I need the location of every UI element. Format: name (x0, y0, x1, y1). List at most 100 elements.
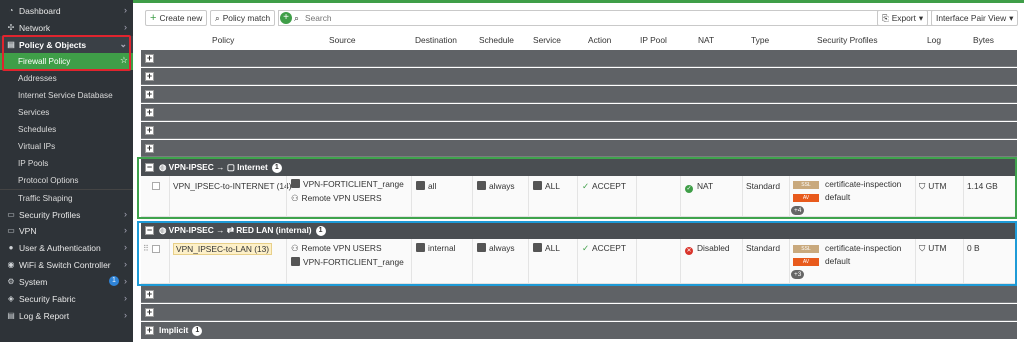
column-header-type[interactable]: Type (751, 35, 769, 45)
collapsed-group-row[interactable]: + (141, 50, 1017, 67)
destination-address[interactable]: internal (416, 243, 455, 253)
sidebar-item-system[interactable]: ⚙ System 1 › (0, 273, 133, 290)
fortigate-app: ◔ Dashboard › ✣ Network › ▤ Policy & Objects ⌄… (0, 0, 1024, 342)
chevron-right-icon: › (124, 242, 127, 252)
column-header-schedule[interactable]: Schedule (479, 35, 514, 45)
collapse-icon[interactable]: − (145, 226, 154, 235)
sidebar-item-protocol-options[interactable]: Protocol Options (0, 172, 133, 189)
policy-match-button[interactable]: ⌕ Policy match (210, 10, 276, 26)
sidebar-item-vpn[interactable]: ▭ VPN › (0, 222, 133, 239)
chevron-right-icon: › (124, 209, 127, 219)
more-profiles-badge[interactable]: +4 (791, 206, 805, 215)
policy-type: Standard (746, 243, 780, 253)
address-group-icon (291, 257, 300, 266)
sidebar-item-addresses[interactable]: Addresses (0, 70, 133, 87)
search-icon: ⌕ (215, 12, 220, 23)
sidebar-item-schedules[interactable]: Schedules (0, 121, 133, 138)
expand-icon[interactable]: + (145, 290, 154, 299)
column-header-service[interactable]: Service (533, 35, 561, 45)
vpn-icon: ▭ (7, 226, 15, 235)
collapsed-group-row[interactable]: + (141, 86, 1017, 103)
sidebar-item-security-profiles[interactable]: ▭ Security Profiles › (0, 206, 133, 223)
service[interactable]: ALL (533, 181, 560, 191)
collapsed-group-row[interactable]: + (141, 304, 1017, 321)
security-profile[interactable]: AV default (793, 192, 850, 202)
schedule[interactable]: always (477, 243, 515, 253)
column-header-bytes[interactable]: Bytes (973, 35, 994, 45)
bytes-value: 0 B (967, 243, 980, 253)
column-header-security-profiles[interactable]: Security Profiles (817, 35, 878, 45)
create-new-button[interactable]: + Create new (145, 10, 208, 26)
collapsed-group-row[interactable]: + (141, 68, 1017, 85)
view-select[interactable]: Interface Pair View ▾ (931, 10, 1019, 26)
export-button[interactable]: ⎘ Export ▾ (877, 10, 929, 26)
chevron-right-icon: › (124, 310, 127, 320)
expand-icon[interactable]: + (145, 126, 154, 135)
tunnel-icon: ◍ (159, 225, 169, 235)
sidebar-item-internet-service-database[interactable]: Internet Service Database (0, 87, 133, 104)
group-header-vpn-ipsec-red-lan[interactable]: − ◍ VPN-IPSEC → ⇄ RED LAN (internal) 1 (141, 222, 1017, 239)
source-user-group[interactable]: ⚇ Remote VPN USERS (291, 193, 382, 203)
collapsed-group-row[interactable]: + (141, 286, 1017, 303)
table-row[interactable]: VPN_IPSEC-to-INTERNET (14) VPN-FORTICLIE… (141, 176, 1017, 217)
column-header-policy[interactable]: Policy (212, 35, 234, 45)
sidebar-item-services[interactable]: Services (0, 104, 133, 121)
policy-name[interactable]: VPN_IPSEC-to-INTERNET (14) (173, 181, 292, 191)
table-row[interactable]: ⠿ VPN_IPSEC-to-LAN (13) ⚇ Remote VPN USER… (141, 239, 1017, 284)
security-profile[interactable]: SSL certificate-inspection (793, 243, 901, 253)
sidebar-item-ip-pools[interactable]: IP Pools (0, 155, 133, 172)
collapsed-group-row[interactable]: + (141, 140, 1017, 157)
column-header-destination[interactable]: Destination (415, 35, 457, 45)
collapsed-group-row[interactable]: + (141, 104, 1017, 121)
expand-icon[interactable]: + (145, 326, 154, 335)
policy-name[interactable]: VPN_IPSEC-to-LAN (13) (173, 243, 273, 255)
sidebar-item-traffic-shaping[interactable]: Traffic Shaping (0, 189, 133, 206)
plus-icon: + (150, 11, 157, 24)
sidebar-item-log-report[interactable]: ▤ Log & Report › (0, 307, 133, 324)
security-profile[interactable]: SSL certificate-inspection (793, 179, 901, 189)
row-checkbox[interactable] (152, 182, 160, 190)
sidebar-item-security-fabric[interactable]: ◈ Security Fabric › (0, 290, 133, 307)
row-checkbox[interactable] (152, 245, 160, 253)
group-header-vpn-ipsec-internet[interactable]: − ◍ VPN-IPSEC → ▢ Internet 1 (141, 159, 1017, 176)
column-header-log[interactable]: Log (927, 35, 941, 45)
schedule[interactable]: always (477, 181, 515, 191)
destination-address[interactable]: all (416, 181, 436, 191)
sidebar-item-virtual-ips[interactable]: Virtual IPs (0, 138, 133, 155)
expand-icon[interactable]: + (145, 144, 154, 153)
service[interactable]: ALL (533, 243, 560, 253)
sidebar-item-wifi-switch-controller[interactable]: ◉ WiFi & Switch Controller › (0, 256, 133, 273)
column-header-source[interactable]: Source (329, 35, 356, 45)
dashboard-icon: ◔ (8, 6, 14, 15)
source-user-group[interactable]: ⚇ Remote VPN USERS (291, 243, 382, 253)
security-profile[interactable]: AV default (793, 256, 850, 266)
chevron-down-icon: ▾ (1009, 13, 1014, 23)
sidebar-item-user-authentication[interactable]: ● User & Authentication › (0, 239, 133, 256)
export-icon: ⎘ (882, 12, 889, 23)
add-filter-icon[interactable]: + (280, 12, 292, 24)
chevron-right-icon: › (124, 259, 127, 269)
check-icon: ✓ (582, 181, 590, 191)
collapsed-group-row[interactable]: + (141, 122, 1017, 139)
column-header-nat[interactable]: NAT (698, 35, 714, 45)
more-profiles-badge[interactable]: +3 (791, 270, 805, 279)
column-header-ip-pool[interactable]: IP Pool (640, 35, 667, 45)
drag-handle-icon[interactable]: ⠿ (143, 244, 149, 253)
collapse-icon[interactable]: − (145, 163, 154, 172)
expand-icon[interactable]: + (145, 308, 154, 317)
column-header-action[interactable]: Action (588, 35, 611, 45)
chevron-right-icon: › (124, 5, 127, 15)
schedule-icon (477, 181, 486, 190)
sidebar-item-network[interactable]: ✣ Network › (0, 19, 133, 36)
group-count-badge: 1 (315, 225, 326, 236)
expand-icon[interactable]: + (145, 90, 154, 99)
source-address[interactable]: VPN-FORTICLIENT_range (291, 179, 404, 189)
expand-icon[interactable]: + (145, 54, 154, 63)
group-header-implicit[interactable]: + Implicit 1 (141, 322, 1017, 339)
expand-icon[interactable]: + (145, 72, 154, 81)
source-address[interactable]: VPN-FORTICLIENT_range (291, 257, 404, 267)
sidebar-item-dashboard[interactable]: ◔ Dashboard › (0, 2, 133, 19)
av-badge: AV (793, 257, 819, 266)
user-group-icon: ⚇ (291, 243, 299, 253)
expand-icon[interactable]: + (145, 108, 154, 117)
